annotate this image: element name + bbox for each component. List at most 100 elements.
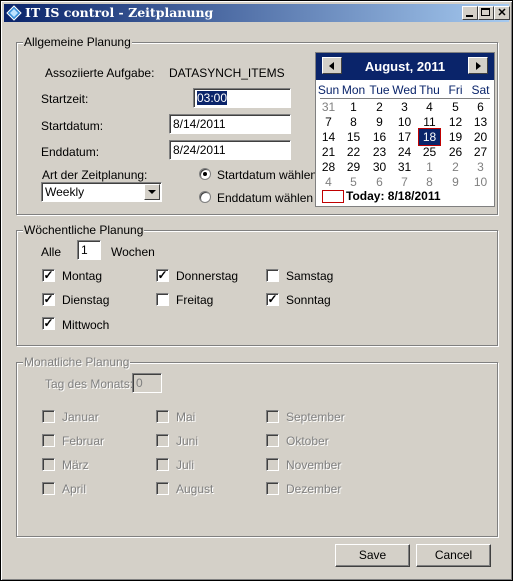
calendar-day[interactable]: 29: [341, 159, 366, 175]
calendar-day[interactable]: 5: [341, 174, 366, 190]
cancel-button[interactable]: Cancel: [416, 544, 491, 567]
calendar-day[interactable]: 24: [392, 144, 417, 160]
calendar-day[interactable]: 8: [417, 174, 442, 190]
checkbox-saturday[interactable]: [266, 269, 279, 282]
calendar-day[interactable]: 26: [443, 144, 468, 160]
checkbox-may-label[interactable]: Mai: [176, 410, 195, 424]
checkbox-february[interactable]: [42, 434, 55, 447]
calendar-day[interactable]: 6: [468, 99, 493, 115]
calendar-day[interactable]: 2: [367, 99, 392, 115]
calendar-day[interactable]: 17: [392, 129, 417, 145]
calendar-day[interactable]: 7: [392, 174, 417, 190]
title-bar[interactable]: IT IS control - Zeitplanung ✕: [4, 4, 510, 22]
checkbox-august-label[interactable]: August: [176, 482, 213, 496]
checkbox-saturday-label[interactable]: Samstag: [286, 269, 333, 283]
chevron-down-icon[interactable]: [144, 184, 160, 200]
calendar-day[interactable]: 3: [468, 159, 493, 175]
calendar-day[interactable]: 15: [341, 129, 366, 145]
checkbox-february-label[interactable]: Februar: [62, 434, 104, 448]
checkbox-monday-label[interactable]: Montag: [62, 269, 102, 283]
save-button[interactable]: Save: [335, 544, 410, 567]
calendar-day[interactable]: 21: [316, 144, 341, 160]
checkbox-april-label[interactable]: April: [62, 482, 86, 496]
calendar-day[interactable]: 22: [341, 144, 366, 160]
schedule-type-dropdown[interactable]: Weekly: [41, 182, 162, 202]
calendar-day[interactable]: 1: [341, 99, 366, 115]
calendar-day[interactable]: 8: [341, 114, 366, 130]
checkbox-may[interactable]: [156, 410, 169, 423]
checkbox-thursday-label[interactable]: Donnerstag: [176, 269, 238, 283]
calendar-day-selected[interactable]: 18: [418, 128, 441, 146]
checkbox-friday-label[interactable]: Freitag: [176, 293, 213, 307]
checkbox-november-label[interactable]: November: [286, 458, 341, 472]
calendar-day[interactable]: 9: [367, 114, 392, 130]
calendar-day[interactable]: 14: [316, 129, 341, 145]
checkbox-thursday[interactable]: ✓: [156, 269, 169, 282]
checkbox-july[interactable]: [156, 458, 169, 471]
checkbox-june[interactable]: [156, 434, 169, 447]
day-of-month-input[interactable]: 0: [132, 373, 162, 393]
radio-start-date-label[interactable]: Startdatum wählen: [217, 168, 317, 182]
calendar-day[interactable]: 4: [316, 174, 341, 190]
calendar-day[interactable]: 11: [417, 114, 442, 130]
calendar-day[interactable]: 2: [443, 159, 468, 175]
calendar-day[interactable]: 20: [468, 129, 493, 145]
checkbox-november[interactable]: [266, 458, 279, 471]
checkbox-october[interactable]: [266, 434, 279, 447]
checkbox-wednesday[interactable]: ✓: [42, 317, 55, 330]
checkbox-friday[interactable]: [156, 293, 169, 306]
today-label[interactable]: Today: 8/18/2011: [346, 189, 441, 203]
calendar-day[interactable]: 6: [367, 174, 392, 190]
next-month-icon[interactable]: [468, 57, 488, 74]
calendar-day[interactable]: 1: [417, 159, 442, 175]
checkbox-wednesday-label[interactable]: Mittwoch: [62, 318, 109, 332]
checkbox-sunday-label[interactable]: Sonntag: [286, 293, 331, 307]
calendar-day[interactable]: 16: [367, 129, 392, 145]
close-button[interactable]: ✕: [494, 6, 510, 20]
calendar-day[interactable]: 30: [367, 159, 392, 175]
checkbox-april[interactable]: [42, 482, 55, 495]
checkbox-tuesday[interactable]: ✓: [42, 293, 55, 306]
calendar-day[interactable]: 25: [417, 144, 442, 160]
radio-start-date[interactable]: [199, 168, 211, 180]
calendar-day[interactable]: 7: [316, 114, 341, 130]
checkbox-march-label[interactable]: März: [62, 458, 89, 472]
checkbox-september[interactable]: [266, 410, 279, 423]
radio-end-date-label[interactable]: Enddatum wählen: [217, 191, 313, 205]
calendar-day[interactable]: 23: [367, 144, 392, 160]
checkbox-monday[interactable]: ✓: [42, 269, 55, 282]
checkbox-tuesday-label[interactable]: Dienstag: [62, 293, 109, 307]
calendar-day[interactable]: 5: [443, 99, 468, 115]
calendar-day[interactable]: 28: [316, 159, 341, 175]
checkbox-june-label[interactable]: Juni: [176, 434, 198, 448]
every-weeks-input[interactable]: 1: [77, 240, 101, 260]
checkbox-sunday[interactable]: ✓: [266, 293, 279, 306]
checkbox-october-label[interactable]: Oktober: [286, 434, 329, 448]
month-calendar[interactable]: August, 2011 Sun Mon Tue Wed Thu Fri Sat…: [315, 52, 495, 207]
checkbox-march[interactable]: [42, 458, 55, 471]
start-time-input[interactable]: 03:00: [193, 88, 291, 108]
checkbox-december-label[interactable]: Dezember: [286, 482, 341, 496]
calendar-day[interactable]: 31: [316, 99, 341, 115]
calendar-day[interactable]: 9: [443, 174, 468, 190]
calendar-day[interactable]: 3: [392, 99, 417, 115]
maximize-button[interactable]: [478, 6, 494, 20]
checkbox-september-label[interactable]: September: [286, 410, 345, 424]
calendar-day[interactable]: 12: [443, 114, 468, 130]
checkbox-january-label[interactable]: Januar: [62, 410, 99, 424]
calendar-day[interactable]: 4: [417, 99, 442, 115]
calendar-day[interactable]: 31: [392, 159, 417, 175]
start-date-input[interactable]: 8/14/2011: [169, 114, 291, 134]
calendar-day[interactable]: 13: [468, 114, 493, 130]
radio-end-date[interactable]: [199, 191, 211, 203]
calendar-day[interactable]: 10: [468, 174, 493, 190]
checkbox-december[interactable]: [266, 482, 279, 495]
calendar-day[interactable]: 19: [443, 129, 468, 145]
minimize-button[interactable]: [462, 6, 478, 20]
calendar-day[interactable]: 27: [468, 144, 493, 160]
end-date-input[interactable]: 8/24/2011: [169, 140, 291, 160]
checkbox-july-label[interactable]: Juli: [176, 458, 194, 472]
calendar-day[interactable]: 10: [392, 114, 417, 130]
checkbox-august[interactable]: [156, 482, 169, 495]
checkbox-january[interactable]: [42, 410, 55, 423]
